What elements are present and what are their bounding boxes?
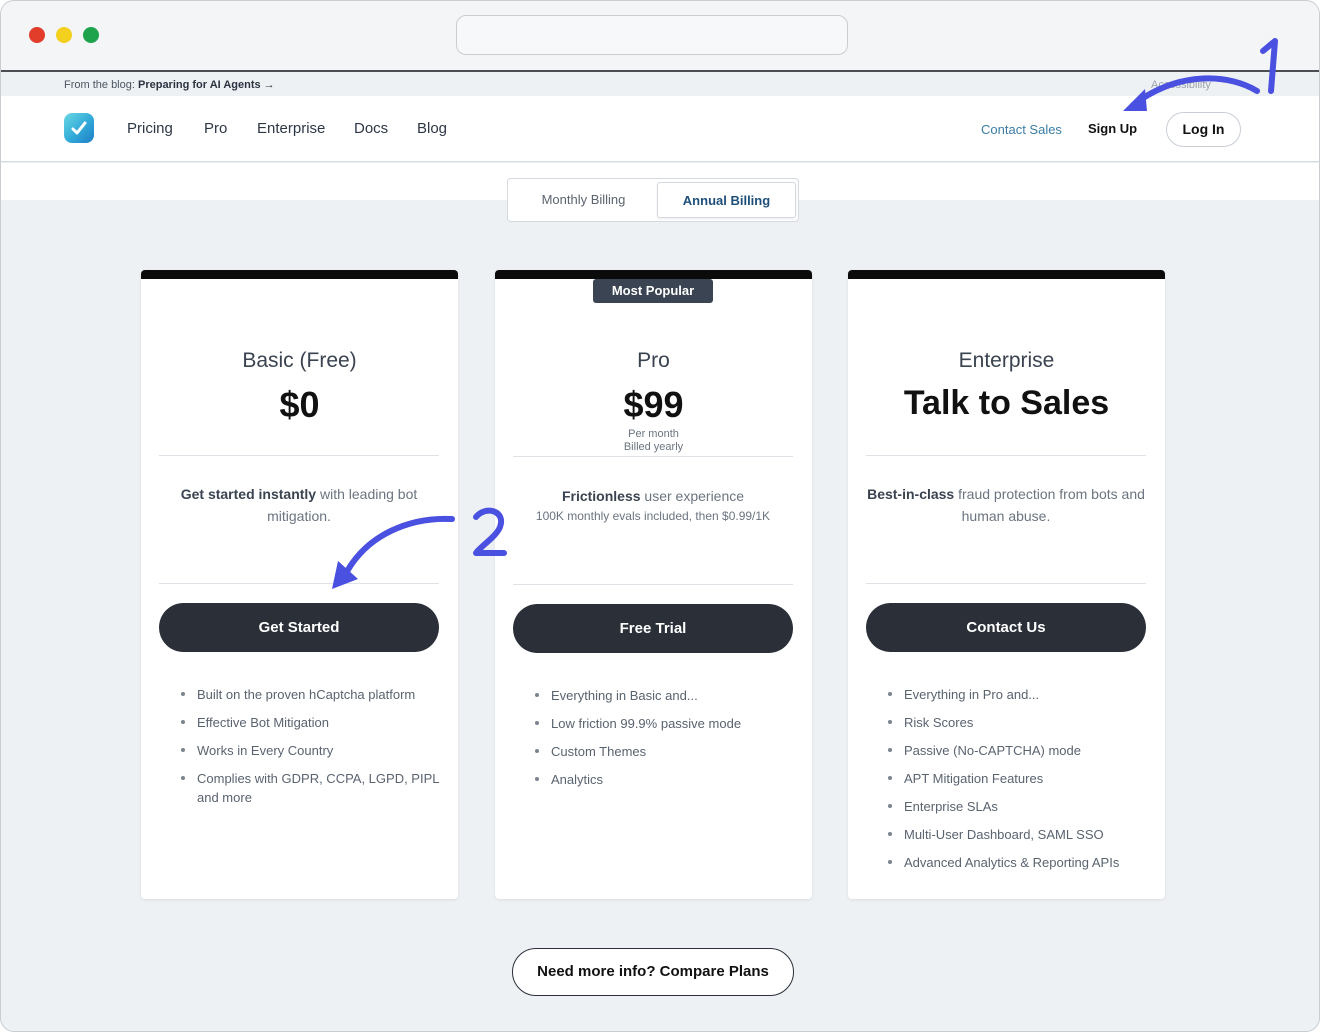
- announcement-text: From the blog: Preparing for AI Agents →: [64, 79, 275, 91]
- plan-title: Pro: [637, 349, 670, 372]
- blog-post-link[interactable]: Preparing for AI Agents →: [138, 79, 275, 91]
- browser-chrome: [1, 1, 1319, 72]
- contact-sales-link[interactable]: Contact Sales: [981, 122, 1062, 137]
- plan-description: Frictionless user experience: [513, 485, 793, 507]
- hcaptcha-logo-icon[interactable]: [64, 113, 94, 143]
- accessibility-link[interactable]: Accessibility: [1151, 79, 1211, 91]
- sign-up-link[interactable]: Sign Up: [1088, 121, 1137, 136]
- divider: [159, 583, 439, 584]
- feature-list: Built on the proven hCaptcha platform Ef…: [179, 685, 441, 816]
- log-in-button[interactable]: Log In: [1166, 112, 1241, 147]
- feature-item: Advanced Analytics & Reporting APIs: [886, 853, 1148, 872]
- divider: [866, 455, 1146, 456]
- billing-note: Billed yearly: [623, 441, 684, 453]
- nav-link-pro[interactable]: Pro: [204, 120, 227, 137]
- nav-link-blog[interactable]: Blog: [417, 120, 447, 137]
- divider: [513, 584, 793, 585]
- divider: [159, 455, 439, 456]
- plan-price: Talk to Sales: [903, 384, 1110, 422]
- plan-description-rest: fraud protection from bots and human abu…: [954, 486, 1145, 524]
- billing-toggle: Monthly Billing Annual Billing: [507, 178, 799, 222]
- compare-plans-button[interactable]: Need more info? Compare Plans: [512, 948, 794, 996]
- most-popular-badge: Most Popular: [593, 279, 713, 303]
- address-bar[interactable]: [456, 15, 848, 55]
- maximize-window-button[interactable]: [83, 27, 99, 43]
- divider: [513, 456, 793, 457]
- browser-window: From the blog: Preparing for AI Agents →…: [0, 0, 1320, 1032]
- feature-item: Analytics: [533, 770, 795, 789]
- plan-price: $0: [279, 384, 320, 425]
- plan-description-bold: Best-in-class: [867, 486, 955, 502]
- feature-item: Effective Bot Mitigation: [179, 713, 441, 732]
- feature-item: Everything in Pro and...: [886, 685, 1148, 704]
- feature-list: Everything in Pro and... Risk Scores Pas…: [886, 685, 1148, 881]
- feature-item: Passive (No-CAPTCHA) mode: [886, 741, 1148, 760]
- feature-item: Multi-User Dashboard, SAML SSO: [886, 825, 1148, 844]
- plan-description: Get started instantly with leading bot m…: [159, 483, 439, 527]
- plan-description-bold: Frictionless: [561, 488, 641, 504]
- top-navigation: Pricing Pro Enterprise Docs Blog Contact…: [1, 96, 1319, 162]
- feature-item: Risk Scores: [886, 713, 1148, 732]
- get-started-button[interactable]: Get Started: [159, 603, 439, 652]
- close-window-button[interactable]: [29, 27, 45, 43]
- nav-link-docs[interactable]: Docs: [354, 120, 388, 137]
- plan-description-bold: Get started instantly: [180, 486, 317, 502]
- plan-price: $99: [623, 384, 684, 425]
- minimize-window-button[interactable]: [56, 27, 72, 43]
- monthly-billing-tab[interactable]: Monthly Billing: [511, 182, 656, 218]
- free-trial-button[interactable]: Free Trial: [513, 604, 793, 653]
- feature-item: APT Mitigation Features: [886, 769, 1148, 788]
- divider: [866, 583, 1146, 584]
- feature-item: Built on the proven hCaptcha platform: [179, 685, 441, 704]
- feature-item: Everything in Basic and...: [533, 686, 795, 705]
- announcement-prefix: From the blog:: [64, 79, 138, 91]
- plan-description-rest: user experience: [640, 488, 745, 504]
- nav-link-pricing[interactable]: Pricing: [127, 120, 173, 137]
- feature-item: Custom Themes: [533, 742, 795, 761]
- plan-title: Basic (Free): [242, 349, 357, 372]
- contact-us-button[interactable]: Contact Us: [866, 603, 1146, 652]
- price-period: Per month: [628, 428, 679, 440]
- feature-list: Everything in Basic and... Low friction …: [533, 686, 795, 798]
- feature-item: Low friction 99.9% passive mode: [533, 714, 795, 733]
- plan-description: Best-in-class fraud protection from bots…: [866, 483, 1146, 527]
- annual-billing-tab[interactable]: Annual Billing: [657, 182, 796, 218]
- feature-item: Works in Every Country: [179, 741, 441, 760]
- feature-item: Complies with GDPR, CCPA, LGPD, PIPL and…: [179, 769, 441, 807]
- feature-item: Enterprise SLAs: [886, 797, 1148, 816]
- plan-title: Enterprise: [958, 349, 1055, 372]
- plan-card-enterprise: Enterprise Talk to Sales Best-in-class f…: [848, 270, 1165, 899]
- nav-link-enterprise[interactable]: Enterprise: [257, 120, 325, 137]
- plan-card-basic: Basic (Free) $0 Get started instantly wi…: [141, 270, 458, 899]
- plan-evals-note: 100K monthly evals included, then $0.99/…: [535, 509, 771, 523]
- plan-card-pro: Pro $99 Per month Billed yearly Friction…: [495, 270, 812, 899]
- announcement-bar: From the blog: Preparing for AI Agents →…: [1, 74, 1319, 96]
